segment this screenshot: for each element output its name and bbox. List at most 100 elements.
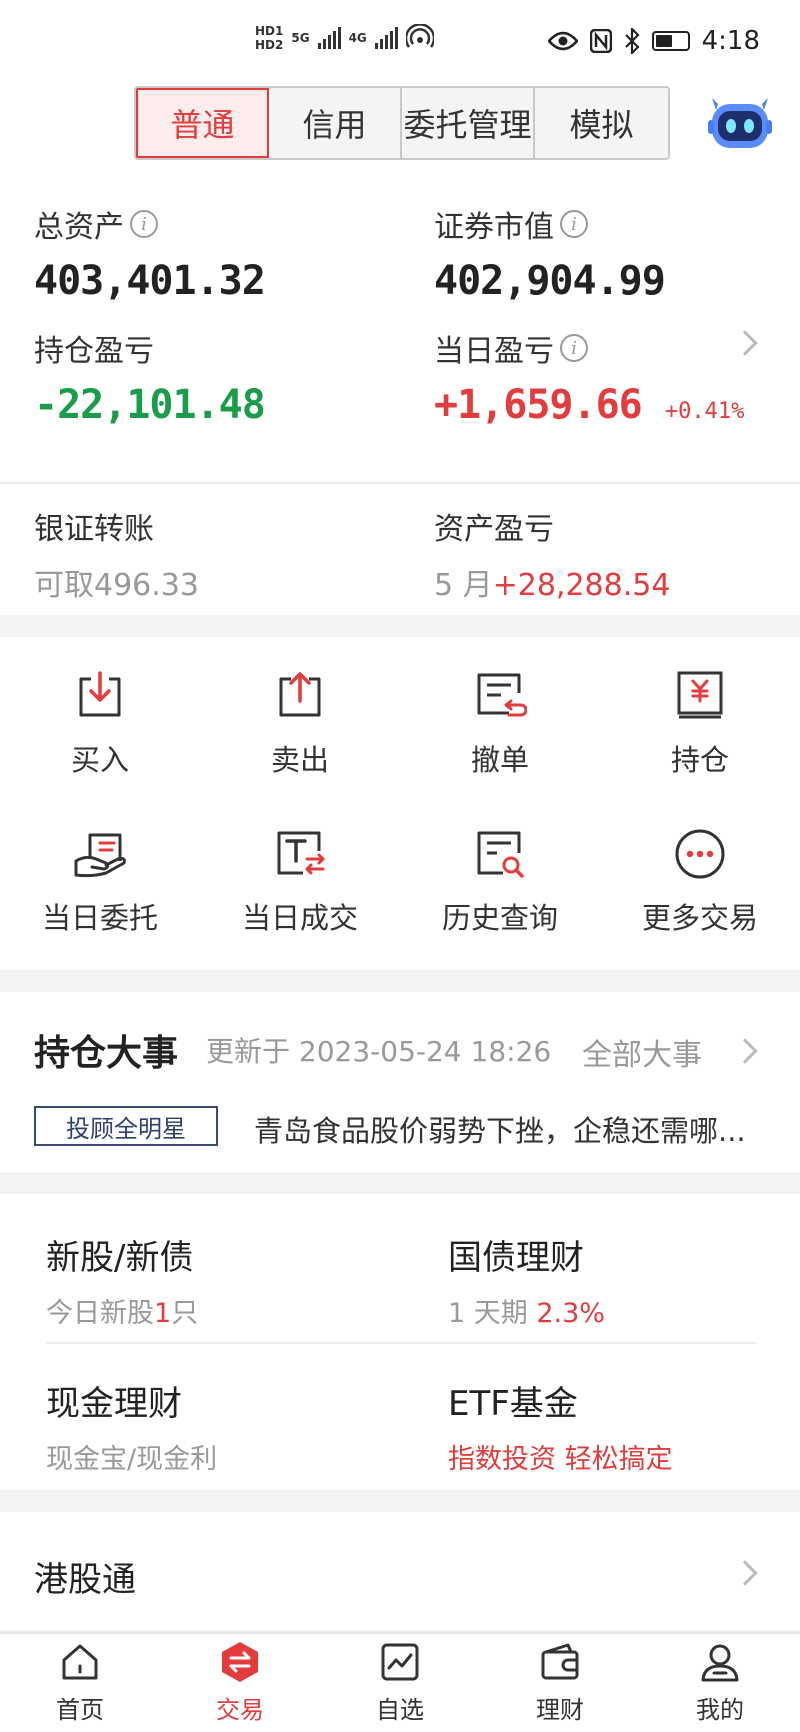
- buy-button[interactable]: 买入: [0, 669, 200, 779]
- events-headline[interactable]: 青岛食品股价弱势下挫，企稳还需哪...: [254, 1108, 774, 1150]
- ipo-sub-prefix: 今日新股: [46, 1298, 154, 1329]
- available-prefix: 可取: [34, 568, 94, 603]
- hk-chevron-right-icon[interactable]: [732, 1560, 758, 1586]
- position-pl: 持仓盈亏 -22,101.48: [34, 326, 266, 428]
- treasury-term: 1 天期: [448, 1298, 528, 1329]
- all-events-link[interactable]: 全部大事: [582, 1030, 702, 1074]
- position-icon: [677, 671, 723, 719]
- total-assets: 总资产 i 403,401.32: [34, 202, 266, 304]
- trade-actions: 买入 卖出 撤单 持仓 当日委托 当日成交 历史查询 更多交易: [0, 637, 800, 970]
- sell-icon: [279, 672, 321, 717]
- hk-connect-row[interactable]: 港股通: [0, 1512, 800, 1630]
- total-assets-label: 总资产: [34, 210, 124, 245]
- tab-home[interactable]: 首页: [0, 1640, 160, 1725]
- daily-pl-label: 当日盈亏: [434, 334, 554, 369]
- tab-home-label: 首页: [56, 1696, 104, 1724]
- cash-management-entry[interactable]: 现金理财 现金宝/现金利: [46, 1376, 217, 1476]
- tab-profile[interactable]: 我的: [640, 1640, 800, 1725]
- advisor-tag: 投顾全明星: [34, 1106, 218, 1146]
- history-search-button[interactable]: 历史查询: [400, 827, 600, 937]
- more-trade-label: 更多交易: [641, 901, 758, 935]
- top-bar: 普通 信用 委托管理 模拟: [0, 80, 800, 170]
- status-time: 4:18: [701, 26, 760, 56]
- position-pl-value: -22,101.48: [34, 382, 266, 428]
- total-assets-value: 403,401.32: [34, 258, 266, 304]
- hotspot-icon: [405, 24, 434, 48]
- hd1-indicator: HD1: [255, 24, 284, 38]
- daily-deal-icon: [277, 831, 325, 875]
- products-section: 新股/新债 今日新股1只 国债理财 1 天期 2.3% 现金理财 现金宝/现金利…: [0, 1194, 800, 1490]
- treasury-entry[interactable]: 国债理财 1 天期 2.3%: [448, 1230, 605, 1330]
- trade-icon: [222, 1642, 258, 1682]
- treasury-title: 国债理财: [448, 1238, 584, 1278]
- bluetooth-icon: [624, 28, 640, 54]
- tab-order-management[interactable]: 委托管理: [402, 88, 535, 158]
- asset-pl[interactable]: 资产盈亏 5 月+28,288.54: [434, 504, 670, 604]
- etf-entry[interactable]: ETF基金 指数投资 轻松搞定: [448, 1376, 673, 1476]
- home-icon: [62, 1644, 98, 1680]
- tab-normal[interactable]: 普通: [136, 88, 269, 158]
- position-pl-label: 持仓盈亏: [34, 334, 154, 369]
- daily-pl: 当日盈亏 i +1,659.66 +0.41%: [434, 326, 744, 428]
- info-icon[interactable]: i: [130, 210, 158, 238]
- hk-connect-title: 港股通: [34, 1560, 136, 1600]
- events-title: 持仓大事: [34, 1033, 179, 1074]
- daily-pl-value: +1,659.66: [434, 382, 643, 428]
- tab-trade[interactable]: 交易: [160, 1640, 320, 1725]
- ipo-bond-entry[interactable]: 新股/新债 今日新股1只: [46, 1230, 198, 1330]
- position-events: 持仓大事 更新于 2023-05-24 18:26 全部大事 投顾全明星 青岛食…: [0, 992, 800, 1172]
- divider: [0, 482, 800, 484]
- cancel-order-button[interactable]: 撤单: [400, 669, 600, 779]
- cancel-order-icon: [477, 673, 527, 717]
- divider: [46, 1342, 756, 1344]
- daily-order-icon: [74, 833, 126, 878]
- ipo-bond-title: 新股/新债: [46, 1238, 194, 1278]
- sell-label: 卖出: [270, 743, 329, 777]
- asset-pl-label: 资产盈亏: [434, 512, 554, 547]
- ipo-count: 1: [154, 1298, 172, 1329]
- etf-title: ETF基金: [448, 1384, 578, 1424]
- available-amount: 496.33: [94, 568, 199, 603]
- sell-button[interactable]: 卖出: [200, 669, 400, 779]
- history-search-label: 历史查询: [441, 901, 558, 935]
- daily-order-button[interactable]: 当日委托: [0, 827, 200, 937]
- tab-wealth[interactable]: 理财: [480, 1640, 640, 1725]
- bank-transfer[interactable]: 银证转账 可取496.33: [34, 504, 199, 604]
- robot-assistant-icon[interactable]: [708, 98, 772, 150]
- status-bar: HD1 HD2 5G 4G 4:18: [0, 0, 800, 80]
- daily-pl-percent: +0.41%: [664, 399, 745, 424]
- daily-deal-label: 当日成交: [241, 901, 358, 935]
- more-trade-button[interactable]: 更多交易: [600, 827, 800, 937]
- market-value-value: 402,904.99: [434, 258, 666, 304]
- info-icon[interactable]: i: [560, 210, 588, 238]
- cash-management-sub: 现金宝/现金利: [46, 1444, 218, 1475]
- daily-deal-button[interactable]: 当日成交: [200, 827, 400, 937]
- events-chevron-right-icon[interactable]: [732, 1038, 758, 1064]
- nfc-icon: [589, 29, 612, 53]
- tab-watchlist[interactable]: 自选: [320, 1640, 480, 1725]
- tab-simulation[interactable]: 模拟: [535, 88, 668, 158]
- asset-pl-value: +28,288.54: [492, 568, 671, 603]
- tab-credit[interactable]: 信用: [269, 88, 402, 158]
- tab-watchlist-label: 自选: [376, 1696, 424, 1724]
- signal-5g-icon: [317, 27, 341, 49]
- position-button[interactable]: 持仓: [600, 669, 800, 779]
- buy-icon: [79, 671, 121, 717]
- market-value-label: 证券市值: [434, 210, 554, 245]
- signal-4g-icon: [374, 27, 398, 49]
- account-type-tabs: 普通 信用 委托管理 模拟: [134, 86, 670, 160]
- tab-wealth-label: 理财: [536, 1696, 584, 1724]
- cash-management-title: 现金理财: [46, 1384, 182, 1424]
- bank-transfer-label: 银证转账: [34, 512, 154, 547]
- tab-trade-label: 交易: [216, 1696, 264, 1724]
- eye-icon: [547, 31, 578, 51]
- network-5g-label: 5G: [291, 31, 310, 45]
- cancel-order-label: 撤单: [470, 743, 529, 777]
- info-icon[interactable]: i: [560, 334, 588, 362]
- treasury-rate: 2.3%: [536, 1298, 605, 1329]
- watchlist-icon: [381, 1643, 419, 1681]
- assets-card: 总资产 i 403,401.32 证券市值 i 402,904.99 持仓盈亏 -2…: [0, 170, 800, 615]
- buy-label: 买入: [70, 743, 129, 777]
- asset-pl-month: 5 月: [434, 568, 493, 603]
- battery-icon: [651, 31, 690, 51]
